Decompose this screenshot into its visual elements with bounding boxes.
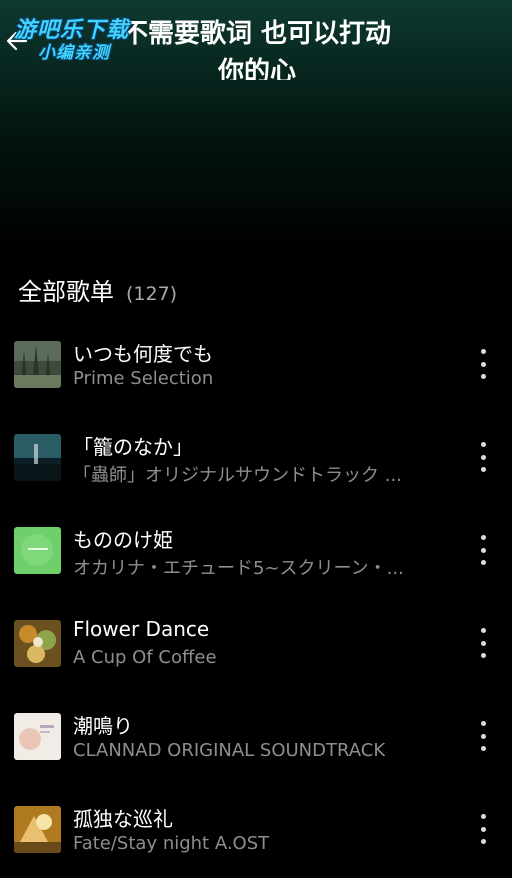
- more-options-icon[interactable]: [472, 349, 494, 379]
- song-album: CLANNAD ORIGINAL SOUNDTRACK: [73, 740, 386, 761]
- title-line-2: 你的心: [218, 57, 297, 80]
- album-cover: [14, 341, 61, 388]
- song-list: いつも何度でも Prime Selection 「籠のなか」 「蟲師」オリジナル…: [0, 318, 512, 876]
- album-cover: [14, 527, 61, 574]
- song-title: いつも何度でも: [73, 342, 213, 366]
- watermark-text-2: 小编亲测: [38, 43, 110, 63]
- playlist-count: (127): [126, 283, 178, 305]
- song-title: 孤独な巡礼: [73, 807, 173, 831]
- song-album: 「蟲師」オリジナルサウンドトラック ...: [73, 465, 402, 486]
- album-cover: [14, 713, 61, 760]
- song-title: もののけ姫: [73, 528, 173, 552]
- song-album: Fate/Stay night A.OST: [73, 833, 270, 854]
- song-item[interactable]: 「籠のなか」 「蟲師」オリジナルサウンドトラック ...: [0, 411, 512, 504]
- song-item[interactable]: 孤独な巡礼 Fate/Stay night A.OST: [0, 783, 512, 876]
- song-item[interactable]: 潮鳴り CLANNAD ORIGINAL SOUNDTRACK: [0, 690, 512, 783]
- more-options-icon[interactable]: [472, 535, 494, 565]
- album-cover: [14, 806, 61, 853]
- song-item[interactable]: いつも何度でも Prime Selection: [0, 318, 512, 411]
- more-options-icon[interactable]: [472, 442, 494, 472]
- song-album: A Cup Of Coffee: [73, 647, 217, 668]
- song-album: オカリナ・エチュード5~スクリーン・...: [73, 558, 404, 579]
- song-title: Flower Dance: [73, 617, 210, 641]
- section-title: 全部歌单: [18, 278, 114, 306]
- album-cover: [14, 434, 61, 481]
- title-line-1: 不需要歌词 也可以打动: [122, 19, 392, 49]
- song-album: Prime Selection: [73, 368, 214, 389]
- song-item[interactable]: もののけ姫 オカリナ・エチュード5~スクリーン・...: [0, 504, 512, 597]
- song-item[interactable]: Flower Dance A Cup Of Coffee: [0, 597, 512, 690]
- album-cover: [14, 620, 61, 667]
- section-header: 全部歌单 (127): [18, 272, 177, 307]
- more-options-icon[interactable]: [472, 721, 494, 751]
- song-title: 潮鳴り: [73, 714, 133, 738]
- song-title: 「籠のなか」: [73, 435, 193, 459]
- more-options-icon[interactable]: [472, 814, 494, 844]
- watermark-logo: 游吧乐下载 小编亲测: [14, 12, 144, 64]
- more-options-icon[interactable]: [472, 628, 494, 658]
